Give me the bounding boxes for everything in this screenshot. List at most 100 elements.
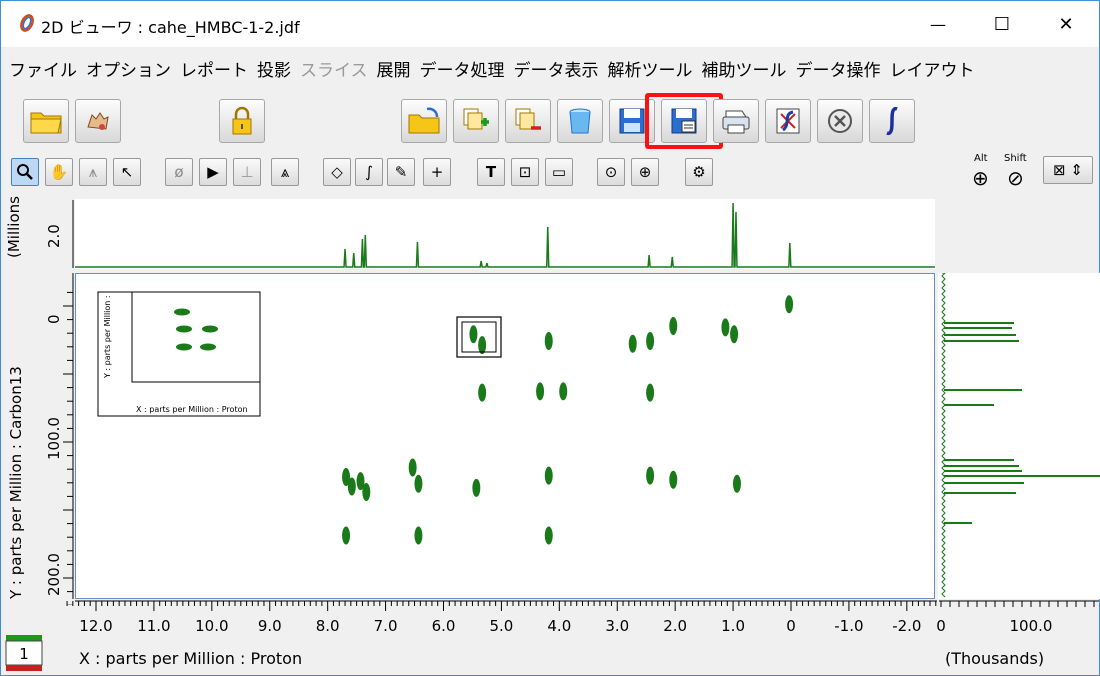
printer-icon bbox=[722, 110, 750, 134]
minimize-icon: — bbox=[930, 14, 946, 34]
remove-data-button[interactable] bbox=[505, 99, 551, 143]
menu-bar: ファイル オプション レポート 投影 スライス 展開 データ処理 データ表示 解… bbox=[1, 51, 1099, 85]
phase-icon: ø bbox=[174, 163, 184, 181]
shift-rotate-icon[interactable]: ⊘ bbox=[1007, 166, 1024, 190]
add-spectrum-icon bbox=[463, 108, 489, 130]
print-button[interactable] bbox=[713, 99, 759, 143]
contour-peak bbox=[362, 482, 371, 501]
slice-tool-button[interactable]: ⩚ bbox=[79, 158, 107, 186]
text-button[interactable]: T bbox=[477, 158, 505, 186]
cursor-crosshair-button[interactable]: ⊕ bbox=[631, 158, 659, 186]
contour-peak bbox=[342, 526, 351, 545]
contour-peak bbox=[414, 526, 423, 545]
crosshair-icon: + bbox=[430, 163, 444, 181]
crosshair-button[interactable]: + bbox=[423, 158, 451, 186]
ruler-icon: ✎ bbox=[394, 163, 408, 181]
top-tick-label: 2.0 bbox=[45, 224, 63, 248]
menu-analysis-tools[interactable]: 解析ツール bbox=[608, 56, 693, 81]
right-axis: 0 100.0 bbox=[936, 600, 1099, 635]
center-button[interactable]: ⊙ bbox=[597, 158, 625, 186]
gear-icon: ⚙ bbox=[692, 163, 706, 181]
x-tick-label: 1.0 bbox=[721, 617, 745, 635]
add-data-button[interactable] bbox=[453, 99, 499, 143]
menu-projection[interactable]: 投影 bbox=[257, 56, 291, 81]
contour-peak bbox=[730, 325, 739, 344]
open-folder-button[interactable] bbox=[23, 99, 69, 143]
viewer-window: 2D ビューワ : cahe_HMBC-1-2.jdf — ☐ ✕ ファイル オ… bbox=[0, 0, 1100, 676]
inset-contour-peak bbox=[200, 343, 216, 351]
select-pointer-button[interactable]: ▶ bbox=[199, 158, 227, 186]
report-button[interactable] bbox=[765, 99, 811, 143]
contour-peak bbox=[669, 317, 678, 336]
small-integral-button[interactable]: ∫ bbox=[355, 158, 383, 186]
folder-icon bbox=[30, 112, 62, 134]
menu-report[interactable]: レポート bbox=[180, 56, 248, 81]
settings-dropdown-button[interactable]: ⚙ bbox=[685, 158, 713, 186]
folder-refresh-icon bbox=[408, 107, 440, 134]
ruler-button[interactable]: ✎ bbox=[387, 158, 415, 186]
menu-data-operation[interactable]: データ操作 bbox=[796, 56, 881, 81]
menu-layout[interactable]: レイアウト bbox=[890, 56, 975, 81]
pan-button[interactable]: ✋ bbox=[45, 158, 73, 186]
cursor-arrow-icon: ↖ bbox=[120, 163, 134, 181]
peak-pick-icon: ⩓ bbox=[280, 163, 290, 181]
lock-button[interactable] bbox=[219, 99, 265, 143]
trash-button[interactable] bbox=[557, 99, 603, 143]
contour-peak bbox=[478, 383, 487, 402]
pointer-menu-button[interactable]: ↖ bbox=[113, 158, 141, 186]
contour-peak bbox=[536, 382, 545, 401]
x-tick-label: 3.0 bbox=[605, 617, 629, 635]
contour-peak bbox=[347, 477, 356, 496]
integrate-button[interactable] bbox=[869, 99, 915, 143]
alt-label: Alt bbox=[974, 153, 988, 164]
menu-expand[interactable]: 展開 bbox=[377, 56, 411, 81]
close-button[interactable]: ✕ bbox=[1043, 1, 1089, 47]
menu-options[interactable]: オプション bbox=[86, 56, 171, 81]
zoom-button[interactable] bbox=[11, 158, 39, 186]
inset-y-label: Y : parts per Million : bbox=[103, 295, 112, 379]
remove-spectrum-icon bbox=[515, 108, 541, 130]
alt-crosshair-icon[interactable]: ⊕ bbox=[972, 166, 989, 190]
x-tick-label: 8.0 bbox=[316, 617, 340, 635]
stepper-icon: ⊠ ⇕ bbox=[1053, 161, 1083, 179]
contour-peak bbox=[478, 336, 487, 355]
page-indicator[interactable]: 1 bbox=[5, 634, 43, 672]
menu-file[interactable]: ファイル bbox=[9, 56, 77, 81]
contour-peak bbox=[646, 466, 655, 485]
right-axis-label: (Thousands) bbox=[945, 649, 1045, 668]
y-tick-label: 200.0 bbox=[45, 553, 63, 596]
black-arrow-icon: ▶ bbox=[207, 163, 219, 181]
maximize-button[interactable]: ☐ bbox=[979, 1, 1025, 47]
x-tick-label: 9.0 bbox=[258, 617, 282, 635]
right-tick-label: 0 bbox=[936, 617, 946, 635]
menu-data-display[interactable]: データ表示 bbox=[514, 56, 599, 81]
inset-contour-peak bbox=[202, 325, 218, 333]
diamond-icon: ◇ bbox=[331, 163, 343, 181]
inset-plot: X : parts per Million : Proton Y : parts … bbox=[97, 291, 261, 417]
contour-plot-svg: X : parts per Million : Proton Y : parts … bbox=[97, 291, 794, 545]
stop-button[interactable] bbox=[817, 99, 863, 143]
hand-tool-button[interactable] bbox=[75, 99, 121, 143]
x-tick-label: 6.0 bbox=[432, 617, 456, 635]
reload-folder-button[interactable] bbox=[401, 99, 447, 143]
title-bar: 2D ビューワ : cahe_HMBC-1-2.jdf — ☐ ✕ bbox=[1, 1, 1099, 47]
zoom-region-box bbox=[456, 316, 502, 358]
layout-stepper[interactable]: ⊠ ⇕ bbox=[1043, 156, 1093, 184]
menu-data-processing[interactable]: データ処理 bbox=[420, 56, 505, 81]
peak-pick-button[interactable]: ⩓ bbox=[271, 158, 299, 186]
frame-button[interactable]: ▭ bbox=[545, 158, 573, 186]
fit-button[interactable]: ⊡ bbox=[511, 158, 539, 186]
floppy-disk-icon bbox=[619, 108, 645, 134]
app-logo-icon bbox=[20, 14, 34, 32]
integral-icon bbox=[886, 106, 898, 136]
hmbc-2d-plot[interactable]: X : parts per Million : Proton Y : parts … bbox=[75, 273, 935, 599]
x-tick-label: 11.0 bbox=[137, 617, 170, 635]
phase-button[interactable]: ø bbox=[165, 158, 193, 186]
menu-aux-tools[interactable]: 補助ツール bbox=[702, 56, 787, 81]
y-tick-label: 0 bbox=[45, 314, 63, 324]
carbon-projection-baseline bbox=[941, 272, 947, 598]
minimize-button[interactable]: — bbox=[915, 1, 961, 47]
baseline-button[interactable]: ⊥ bbox=[233, 158, 261, 186]
contour-peak bbox=[669, 470, 678, 489]
diamond-marker-button[interactable]: ◇ bbox=[323, 158, 351, 186]
